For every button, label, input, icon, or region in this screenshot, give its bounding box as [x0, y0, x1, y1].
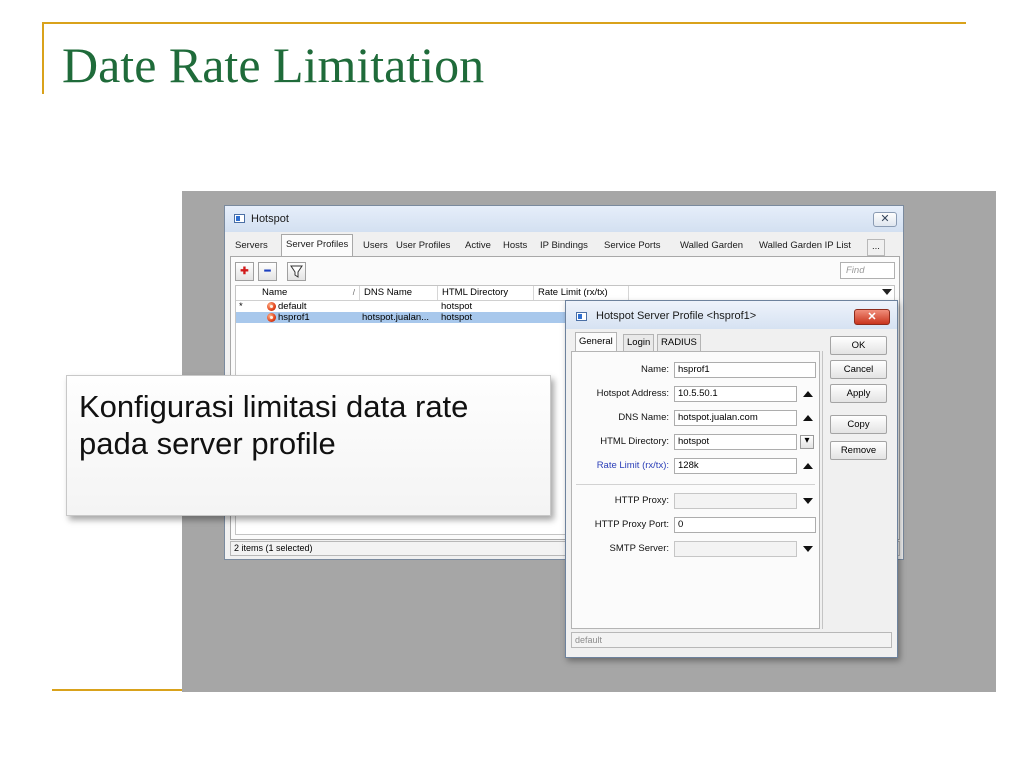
dialog-tabs: General Login RADIUS [571, 332, 821, 351]
title-rule-top [42, 22, 966, 24]
dialog-divider [822, 351, 823, 629]
columns-menu-button[interactable] [880, 286, 894, 300]
tab-hosts[interactable]: Hosts [503, 237, 527, 256]
smtp-server-field[interactable] [674, 541, 797, 557]
column-header-dns-name[interactable]: DNS Name [360, 286, 438, 300]
tabs-more-button[interactable]: ... [867, 239, 885, 256]
hotspot-close-button[interactable]: ✕ [873, 212, 897, 227]
chevron-down-icon [803, 498, 813, 504]
server-profile-dialog: Hotspot Server Profile <hsprof1> ✕ Gener… [565, 300, 898, 658]
ok-button[interactable]: OK [830, 336, 887, 355]
smtp-server-label: SMTP Server: [609, 543, 669, 554]
tab-service-ports[interactable]: Service Ports [604, 237, 661, 256]
apply-button[interactable]: Apply [830, 384, 887, 403]
window-icon [576, 312, 587, 321]
row-html-directory: hotspot [441, 312, 473, 323]
hotspot-address-field[interactable]: 10.5.50.1 [674, 386, 797, 402]
tab-ip-bindings[interactable]: IP Bindings [540, 237, 588, 256]
http-proxy-field[interactable] [674, 493, 797, 509]
filter-button[interactable] [287, 262, 306, 281]
chevron-up-icon [803, 391, 813, 397]
remove-button[interactable]: Remove [830, 441, 887, 460]
dns-name-label: DNS Name: [618, 412, 669, 423]
general-panel: Name: hsprof1 Hotspot Address: 10.5.50.1… [571, 351, 820, 629]
close-icon: ✕ [867, 311, 877, 323]
title-rule-left [42, 22, 44, 94]
minus-icon: ━ [264, 266, 271, 277]
rate-limit-field[interactable]: 128k [674, 458, 797, 474]
collapse-hotspot-address-button[interactable] [801, 387, 815, 401]
tab-radius[interactable]: RADIUS [657, 334, 701, 351]
chevron-down-icon [882, 289, 892, 295]
tab-user-profiles[interactable]: User Profiles [396, 237, 450, 256]
chevron-up-icon [803, 463, 813, 469]
smtp-server-dropdown-button[interactable] [801, 542, 815, 556]
tab-users[interactable]: Users [363, 237, 388, 256]
row-flag: * [239, 301, 243, 312]
footer-rule [52, 689, 182, 691]
html-directory-dropdown-button[interactable]: ▾ [800, 435, 814, 449]
row-name: hsprof1 [278, 312, 310, 323]
column-header-html-directory[interactable]: HTML Directory [438, 286, 534, 300]
sort-ascending-icon: / [352, 288, 355, 297]
callout-box: Konfigurasi limitasi data rate pada serv… [66, 375, 551, 516]
tab-walled-garden-ip-list[interactable]: Walled Garden IP List [759, 237, 851, 256]
name-field[interactable]: hsprof1 [674, 362, 816, 378]
find-input[interactable]: Find [840, 262, 895, 279]
table-header: Name / DNS Name HTML Directory Rate Limi… [236, 286, 894, 301]
collapse-dns-name-button[interactable] [801, 411, 815, 425]
hotspot-window-title: Hotspot [251, 213, 289, 225]
remove-button[interactable]: ━ [258, 262, 277, 281]
dns-name-field[interactable]: hotspot.jualan.com [674, 410, 797, 426]
tab-walled-garden[interactable]: Walled Garden [680, 237, 743, 256]
form-divider [576, 484, 815, 485]
window-icon [234, 214, 245, 223]
http-proxy-dropdown-button[interactable] [801, 494, 815, 508]
column-header-rate-limit[interactable]: Rate Limit (rx/tx) [534, 286, 629, 300]
dialog-titlebar[interactable]: Hotspot Server Profile <hsprof1> ✕ [566, 301, 897, 329]
callout-text: Konfigurasi limitasi data rate pada serv… [79, 389, 469, 461]
dialog-title: Hotspot Server Profile <hsprof1> [596, 310, 757, 322]
row-name: default [278, 301, 307, 312]
row-dns-name [362, 301, 436, 312]
add-button[interactable]: ✚ [235, 262, 254, 281]
tab-servers[interactable]: Servers [235, 237, 268, 256]
chevron-up-icon [803, 415, 813, 421]
profile-icon [267, 302, 276, 311]
name-label: Name: [641, 364, 669, 375]
hotspot-titlebar[interactable]: Hotspot ✕ [225, 206, 903, 232]
html-directory-select[interactable]: hotspot [674, 434, 797, 450]
column-label: Name [262, 287, 288, 298]
http-proxy-label: HTTP Proxy: [614, 495, 669, 506]
tab-general[interactable]: General [575, 332, 617, 351]
profile-icon [267, 313, 276, 322]
cancel-button[interactable]: Cancel [830, 360, 887, 379]
row-html-directory: hotspot [441, 301, 473, 312]
dialog-close-button[interactable]: ✕ [854, 309, 890, 325]
row-dns-name: hotspot.jualan... [362, 312, 430, 323]
rate-limit-label[interactable]: Rate Limit (rx/tx): [597, 460, 669, 471]
collapse-rate-limit-button[interactable] [801, 459, 815, 473]
hotspot-tabs: Servers Server Profiles Users User Profi… [230, 234, 898, 256]
slide-title: Date Rate Limitation [62, 37, 485, 93]
hotspot-address-label: Hotspot Address: [596, 388, 669, 399]
copy-button[interactable]: Copy [830, 415, 887, 434]
close-icon: ✕ [880, 213, 890, 225]
chevron-down-icon [803, 546, 813, 552]
chevron-down-icon: ▾ [804, 435, 810, 446]
column-header-name[interactable]: Name / [236, 286, 360, 300]
tab-login[interactable]: Login [623, 334, 655, 351]
http-proxy-port-label: HTTP Proxy Port: [594, 519, 669, 530]
dialog-status-bar: default [571, 632, 892, 648]
tab-active[interactable]: Active [465, 237, 491, 256]
tab-server-profiles[interactable]: Server Profiles [281, 234, 354, 256]
plus-icon: ✚ [240, 266, 249, 277]
html-directory-label: HTML Directory: [600, 436, 669, 447]
filter-icon [290, 265, 303, 278]
http-proxy-port-field[interactable]: 0 [674, 517, 816, 533]
